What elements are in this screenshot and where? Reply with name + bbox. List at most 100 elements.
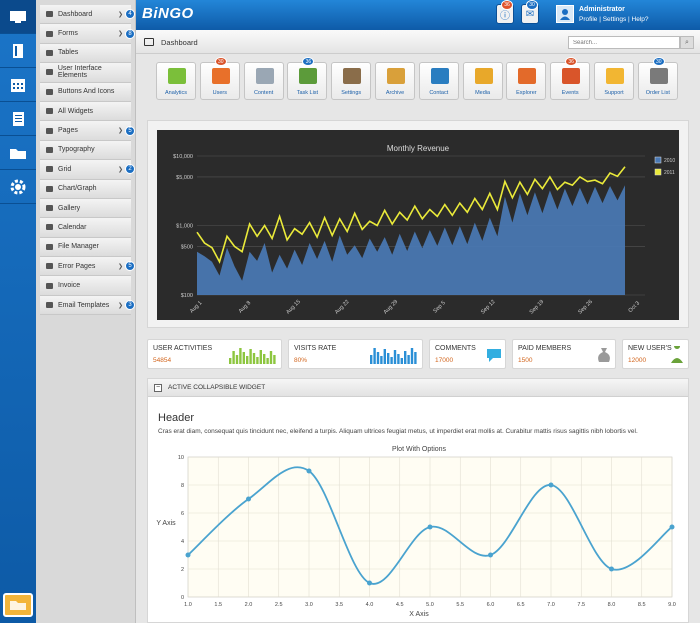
- sidebar-item-label: Invoice: [58, 282, 81, 290]
- brand-logo[interactable]: BiNGO: [142, 5, 194, 22]
- tile-task-list[interactable]: Task List 36: [287, 57, 328, 100]
- sidebar-item-chart-graph[interactable]: Chart/Graph: [40, 179, 131, 199]
- sidebar-item-invoice[interactable]: Invoice: [40, 276, 131, 296]
- money-bag-icon: [598, 348, 610, 362]
- book-icon[interactable]: [0, 34, 36, 68]
- tile-support[interactable]: Support: [594, 62, 634, 100]
- x-tick-label: 8.5: [638, 602, 646, 608]
- y-tick-label: 2: [181, 567, 184, 573]
- menu-item-icon: [46, 127, 53, 134]
- sparkline-bars: [229, 348, 276, 364]
- data-point: [306, 468, 312, 474]
- search-input[interactable]: [568, 36, 680, 49]
- sidebar-item-typography[interactable]: Typography: [40, 140, 131, 161]
- mail-button[interactable]: ✉ 30: [521, 0, 539, 24]
- sidebar-item-label: Tables: [58, 49, 79, 57]
- tile-archive[interactable]: Archive: [375, 62, 415, 100]
- widget-heading: Header: [158, 412, 195, 424]
- sidebar-item-calendar[interactable]: Calendar: [40, 218, 131, 238]
- sidebar-item-gallery[interactable]: Gallery: [40, 198, 131, 219]
- tile-content[interactable]: Content: [243, 62, 284, 100]
- x-tick-label: 6.5: [517, 602, 525, 608]
- open-folder-icon[interactable]: [3, 593, 33, 617]
- top-header: BiNGO ⓘ 36 ✉ 30 Administrator Profile | …: [136, 0, 700, 30]
- x-tick-label: 7.5: [577, 602, 585, 608]
- sidebar-item-label: Buttons And Icons: [58, 88, 115, 96]
- sidebar-item-file-manager[interactable]: File Manager: [40, 237, 131, 258]
- menu-item-icon: [46, 88, 53, 95]
- sidebar-item-user-interface-elements[interactable]: User Interface Elements: [40, 63, 131, 83]
- collapse-icon[interactable]: −: [154, 384, 162, 392]
- sidebar-item-label: Forms: [58, 30, 78, 38]
- tile-events[interactable]: Events 36: [550, 57, 591, 100]
- sidebar-item-all-widgets[interactable]: All Widgets: [40, 101, 131, 122]
- tile-settings[interactable]: Settings: [331, 62, 372, 100]
- search-icon[interactable]: ⌕: [680, 36, 694, 49]
- x-tick-label: 2.5: [275, 602, 283, 608]
- calendar-icon[interactable]: [0, 68, 36, 102]
- monitor-icon[interactable]: [0, 0, 36, 34]
- y-tick-label: 10: [178, 455, 184, 461]
- tile-badge: 30: [652, 57, 665, 66]
- folder-icon[interactable]: [0, 136, 36, 170]
- x-tick-label: 9.0: [668, 602, 676, 608]
- sidebar-item-label: Calendar: [58, 223, 87, 231]
- user-links[interactable]: Profile | Settings | Help?: [579, 16, 649, 23]
- sidebar-item-forms[interactable]: Forms ❯ 8: [40, 24, 135, 44]
- sidebar-item-buttons-and-icons[interactable]: Buttons And Icons: [40, 82, 131, 102]
- x-tick-label: 3.0: [305, 602, 313, 608]
- tile-analytics[interactable]: Analytics: [156, 62, 196, 100]
- content-icon: [255, 68, 274, 84]
- comment-icon: [487, 349, 501, 362]
- sidebar-item-label: Error Pages: [58, 262, 96, 270]
- tile-contact[interactable]: Contact: [418, 62, 459, 100]
- sparkline-bars: [370, 348, 417, 364]
- count-badge: 8: [125, 28, 135, 39]
- stat-value: 80%: [294, 357, 308, 364]
- data-point: [246, 496, 251, 502]
- menu-item-icon: [46, 49, 53, 56]
- sidebar-item-email-templates[interactable]: Email Templates ❯ 3: [40, 295, 135, 316]
- y-tick-label: $10,000: [173, 154, 193, 160]
- legend-swatch: [654, 156, 662, 164]
- stat-value: 12000: [628, 357, 647, 364]
- mail-badge: 30: [526, 0, 538, 10]
- stat-card-new-user-s: NEW USER'S 12000: [622, 339, 689, 369]
- sidebar-item-tables[interactable]: Tables: [40, 43, 131, 64]
- widget-header[interactable]: − ACTIVE COLLAPSIBLE WIDGET: [148, 379, 688, 397]
- x-tick-label: 3.5: [335, 602, 343, 608]
- stat-card-user-activities: USER ACTIVITIES 54854: [147, 339, 282, 369]
- support-icon: [606, 68, 624, 84]
- stat-title: COMMENTS: [435, 345, 476, 352]
- tile-media[interactable]: Media: [462, 62, 503, 100]
- chevron-right-icon: ❯: [117, 11, 123, 18]
- menu-item-icon: [46, 263, 53, 270]
- tile-badge: 36: [565, 57, 578, 66]
- stat-card-visits-rate: VISITS RATE 80%: [288, 339, 423, 369]
- notebook-icon[interactable]: [0, 102, 36, 136]
- notification-button[interactable]: ⓘ 36: [496, 0, 514, 24]
- y-tick-label: 4: [181, 539, 184, 545]
- avatar[interactable]: [556, 5, 574, 23]
- x-tick-label: 4.5: [396, 602, 404, 608]
- revenue-panel: Monthly Revenue $10,000 $5,000 $1,000 $500 $1…: [147, 120, 689, 328]
- tile-users[interactable]: Users 30: [199, 57, 240, 100]
- x-tick-label: 6.0: [487, 602, 495, 608]
- sidebar-item-label: Typography: [58, 146, 95, 154]
- tile-explorer[interactable]: Explorer: [506, 62, 547, 100]
- widget-title: ACTIVE COLLAPSIBLE WIDGET: [168, 384, 266, 391]
- tile-order-list[interactable]: Order List 30: [637, 57, 678, 100]
- media-icon: [474, 68, 493, 84]
- sidebar-item-dashboard[interactable]: Dashboard ❯ 4: [40, 5, 135, 25]
- sidebar-item-pages[interactable]: Pages ❯ 5: [40, 121, 135, 141]
- gear-icon[interactable]: [0, 170, 36, 204]
- breadcrumb: Dashboard ⌕: [136, 30, 700, 54]
- y-tick-label: $1,000: [176, 224, 193, 230]
- x-tick-label: 1.0: [184, 602, 192, 608]
- widget-paragraph: Cras erat diam, consequat quis tincidunt…: [158, 428, 638, 435]
- x-tick-label: 5.5: [456, 602, 464, 608]
- menu-item-icon: [46, 30, 53, 37]
- sidebar-item-error-pages[interactable]: Error Pages ❯ 5: [40, 257, 135, 277]
- sidebar-item-grid[interactable]: Grid ❯ 2: [40, 160, 135, 180]
- page-title[interactable]: Dashboard: [161, 38, 198, 47]
